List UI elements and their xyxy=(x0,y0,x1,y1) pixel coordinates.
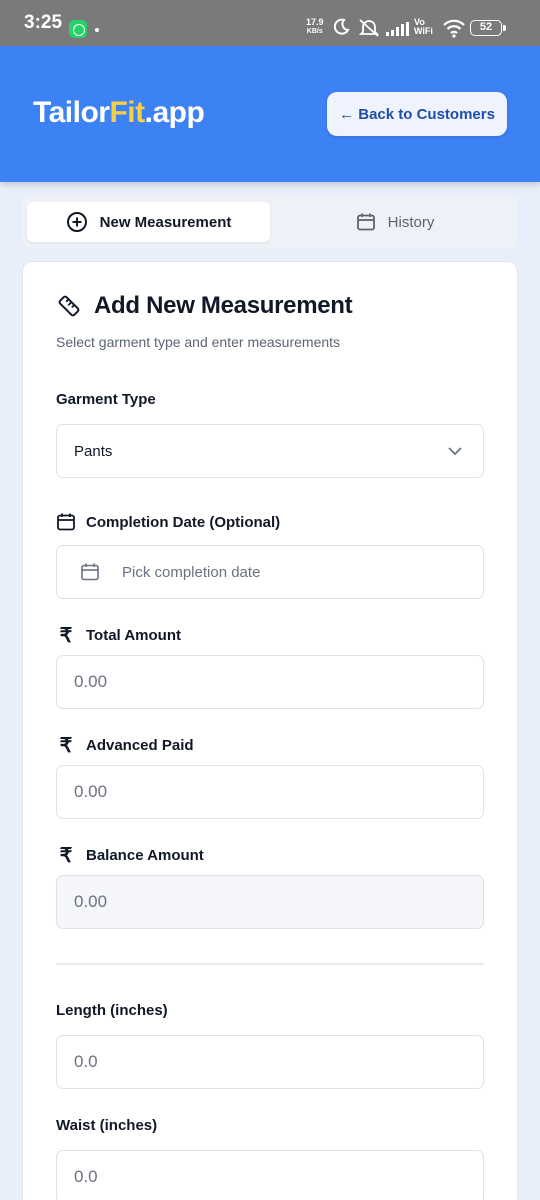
tab-history[interactable]: History xyxy=(277,202,513,242)
measurement-form-card: Add New Measurement Select garment type … xyxy=(22,261,518,1200)
network-speed-value: 17.9 xyxy=(306,17,324,27)
vowifi-bottom: WiFi xyxy=(414,26,433,36)
garment-type-select[interactable]: Pants xyxy=(56,424,484,478)
balance-amount-value: 0.00 xyxy=(74,892,108,911)
brand-prefix: Tailor xyxy=(33,96,110,129)
garment-type-label-text: Garment Type xyxy=(56,391,156,408)
ruler-icon xyxy=(58,295,80,317)
section-divider xyxy=(56,963,484,965)
tab-history-label: History xyxy=(387,213,435,231)
wifi-icon xyxy=(443,19,465,38)
rupee-icon: ₹ xyxy=(59,735,73,757)
balance-amount-label-text: Balance Amount xyxy=(86,847,204,864)
brand-accent: Fit xyxy=(109,96,145,129)
completion-date-label: Completion Date (Optional) xyxy=(56,512,280,532)
bell-muted-icon xyxy=(358,19,380,37)
card-title: Add New Measurement xyxy=(94,292,353,319)
app-header: TailorFit.app ← Back to Customers xyxy=(0,46,540,182)
waist-label: Waist (inches) xyxy=(56,1117,157,1134)
rupee-icon: ₹ xyxy=(59,845,73,867)
notification-dot-icon xyxy=(95,28,99,32)
waist-value: 0.0 xyxy=(74,1167,98,1186)
back-to-customers-label: ← Back to Customers xyxy=(339,105,495,123)
tab-new-measurement-label: New Measurement xyxy=(99,213,232,231)
card-subtitle: Select garment type and enter measuremen… xyxy=(56,334,341,350)
brand-suffix: .app xyxy=(144,96,205,129)
completion-date-label-text: Completion Date (Optional) xyxy=(86,513,281,531)
whatsapp-icon xyxy=(69,20,87,38)
calendar-icon xyxy=(356,213,375,231)
balance-amount-label: ₹ Balance Amount xyxy=(56,843,204,868)
status-time: 3:25 xyxy=(24,12,63,33)
length-label-text: Length (inches) xyxy=(56,1002,168,1019)
total-amount-value: 0.00 xyxy=(74,672,108,691)
waist-label-text: Waist (inches) xyxy=(56,1117,158,1134)
total-amount-label-text: Total Amount xyxy=(86,627,181,644)
advanced-paid-label: ₹ Advanced Paid xyxy=(56,733,194,758)
total-amount-label: ₹ Total Amount xyxy=(56,623,181,648)
advanced-paid-value: 0.00 xyxy=(74,782,108,801)
network-speed: 17.9 KB/s xyxy=(306,18,324,36)
calendar-icon xyxy=(57,513,75,531)
completion-date-picker[interactable]: Pick completion date xyxy=(56,545,484,599)
network-speed-unit: KB/s xyxy=(306,28,323,35)
battery-indicator: 52 xyxy=(470,20,506,36)
advanced-paid-input[interactable]: 0.00 xyxy=(56,765,484,819)
card-header: Add New Measurement xyxy=(56,292,353,320)
moon-icon xyxy=(333,18,350,35)
total-amount-input[interactable]: 0.00 xyxy=(56,655,484,709)
balance-amount-field: 0.00 xyxy=(56,875,484,929)
advanced-paid-label-text: Advanced Paid xyxy=(86,737,194,754)
signal-icon xyxy=(386,22,409,36)
plus-circle-icon xyxy=(66,212,87,232)
calendar-icon xyxy=(81,563,99,581)
brand-logo[interactable]: TailorFit.app xyxy=(33,96,205,130)
garment-type-value: Pants xyxy=(74,442,113,460)
waist-input[interactable]: 0.0 xyxy=(56,1150,484,1200)
tab-new-measurement[interactable]: New Measurement xyxy=(27,202,270,242)
back-to-customers-button[interactable]: ← Back to Customers xyxy=(327,92,507,136)
rupee-icon: ₹ xyxy=(59,625,73,647)
status-bar: 3:25 17.9 KB/s Vo WiFi 52 xyxy=(0,0,540,46)
vowifi-indicator: Vo WiFi xyxy=(414,18,433,36)
length-input[interactable]: 0.0 xyxy=(56,1035,484,1089)
completion-date-placeholder: Pick completion date xyxy=(122,563,261,581)
chevron-down-icon xyxy=(448,447,462,456)
length-label: Length (inches) xyxy=(56,1002,168,1019)
length-value: 0.0 xyxy=(74,1052,98,1071)
measurement-tabs: New Measurement History xyxy=(22,195,518,249)
garment-type-label: Garment Type xyxy=(56,391,156,408)
